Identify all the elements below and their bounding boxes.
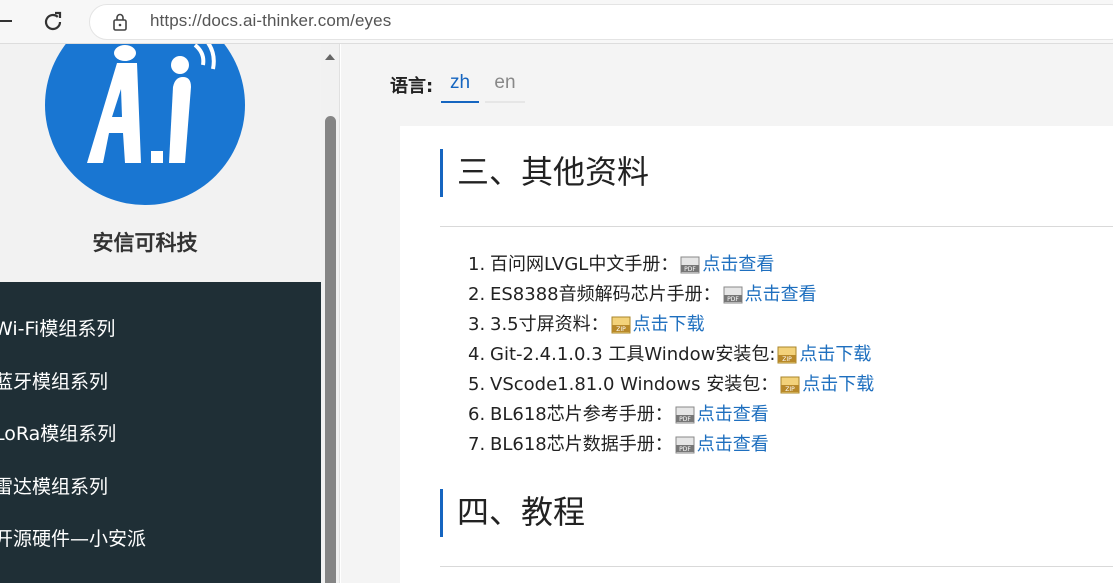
pdf-icon: PDF (675, 406, 695, 424)
view-link[interactable]: 点击查看 (697, 400, 769, 430)
tab-en[interactable]: en (485, 64, 525, 103)
list-item: 7. BL618芯片数据手册： PDF 点击查看 (468, 430, 874, 460)
list-number: 2. (468, 284, 486, 305)
sidebar: 安信可科技 Wi-Fi模组系列 蓝牙模组系列 LoRa模组系列 雷达模组系列 开… (0, 44, 321, 583)
list-number: 3. (468, 314, 486, 335)
resource-text: Git-2.4.1.0.3 工具Window安装包: (490, 344, 776, 365)
sidebar-item-bluetooth[interactable]: 蓝牙模组系列 (0, 367, 108, 394)
list-number: 6. (468, 404, 486, 425)
zip-icon: ZIP (777, 346, 797, 364)
svg-text:ZIP: ZIP (616, 326, 626, 333)
svg-text:PDF: PDF (684, 266, 696, 273)
sidebar-scrollbar[interactable] (321, 44, 340, 583)
svg-text:ZIP: ZIP (783, 356, 793, 363)
list-item: 6. BL618芯片参考手册： PDF 点击查看 (468, 400, 874, 430)
svg-text:PDF: PDF (679, 446, 691, 453)
pdf-icon: PDF (723, 286, 743, 304)
list-item: 3. 3.5寸屏资料： ZIP 点击下载 (468, 310, 874, 340)
reload-icon[interactable] (40, 9, 66, 35)
list-number: 5. (468, 374, 486, 395)
resource-text: ES8388音频解码芯片手册： (490, 284, 721, 305)
resource-text: BL618芯片数据手册： (490, 434, 673, 455)
divider (440, 226, 1113, 227)
zip-icon: ZIP (780, 376, 800, 394)
divider (440, 566, 1113, 567)
view-link[interactable]: 点击查看 (745, 280, 817, 310)
back-arrow-icon[interactable] (0, 10, 14, 32)
pdf-icon: PDF (680, 256, 700, 274)
url-text[interactable]: https://docs.ai-thinker.com/eyes (150, 11, 391, 31)
brand-name: 安信可科技 (92, 231, 198, 255)
sidebar-header: 安信可科技 (0, 44, 321, 282)
tab-zh[interactable]: zh (441, 64, 479, 103)
resource-text: 3.5寸屏资料： (490, 314, 609, 335)
svg-text:ZIP: ZIP (785, 386, 795, 393)
sidebar-item-wifi[interactable]: Wi-Fi模组系列 (0, 314, 115, 341)
resource-text: VScode1.81.0 Windows 安装包： (490, 374, 779, 395)
section-heading-other-resources: 三、其他资料 (440, 149, 649, 197)
list-number: 1. (468, 254, 486, 275)
scroll-thumb[interactable] (325, 116, 336, 583)
scroll-up-arrow-icon[interactable] (325, 54, 335, 60)
download-link[interactable]: 点击下载 (799, 340, 871, 370)
download-link[interactable]: 点击下载 (633, 310, 705, 340)
browser-toolbar: https://docs.ai-thinker.com/eyes (0, 0, 1113, 44)
list-number: 7. (468, 434, 486, 455)
pdf-icon: PDF (675, 436, 695, 454)
sidebar-item-radar[interactable]: 雷达模组系列 (0, 472, 108, 499)
ai-thinker-logo[interactable] (45, 44, 245, 205)
sidebar-item-lora[interactable]: LoRa模组系列 (0, 419, 116, 446)
list-item: 4. Git-2.4.1.0.3 工具Window安装包: ZIP 点击下载 (468, 340, 874, 370)
sidebar-item-opensource[interactable]: 开源硬件—小安派 (0, 524, 146, 551)
list-number: 4. (468, 344, 486, 365)
view-link[interactable]: 点击查看 (702, 250, 774, 280)
svg-text:PDF: PDF (727, 296, 739, 303)
lock-icon[interactable] (110, 12, 130, 32)
section-heading-tutorials: 四、教程 (440, 489, 585, 537)
resource-list: 1. 百问网LVGL中文手册： PDF 点击查看 2. ES8388音频解码芯片… (468, 250, 874, 460)
list-item: 1. 百问网LVGL中文手册： PDF 点击查看 (468, 250, 874, 280)
view-link[interactable]: 点击查看 (697, 430, 769, 460)
main-area: 语言: zh en 三、其他资料 1. 百问网LVGL中文手册： PDF 点击查… (341, 44, 1113, 583)
sidebar-nav: Wi-Fi模组系列 蓝牙模组系列 LoRa模组系列 雷达模组系列 开源硬件—小安… (0, 282, 321, 583)
download-link[interactable]: 点击下载 (802, 370, 874, 400)
resource-text: 百问网LVGL中文手册： (490, 254, 679, 275)
zip-icon: ZIP (611, 316, 631, 334)
list-item: 2. ES8388音频解码芯片手册： PDF 点击查看 (468, 280, 874, 310)
resource-text: BL618芯片参考手册： (490, 404, 673, 425)
content-panel: 三、其他资料 1. 百问网LVGL中文手册： PDF 点击查看 2. ES838… (400, 126, 1113, 583)
language-label: 语言: (390, 76, 434, 97)
list-item: 5. VScode1.81.0 Windows 安装包： ZIP 点击下载 (468, 370, 874, 400)
svg-text:PDF: PDF (679, 416, 691, 423)
